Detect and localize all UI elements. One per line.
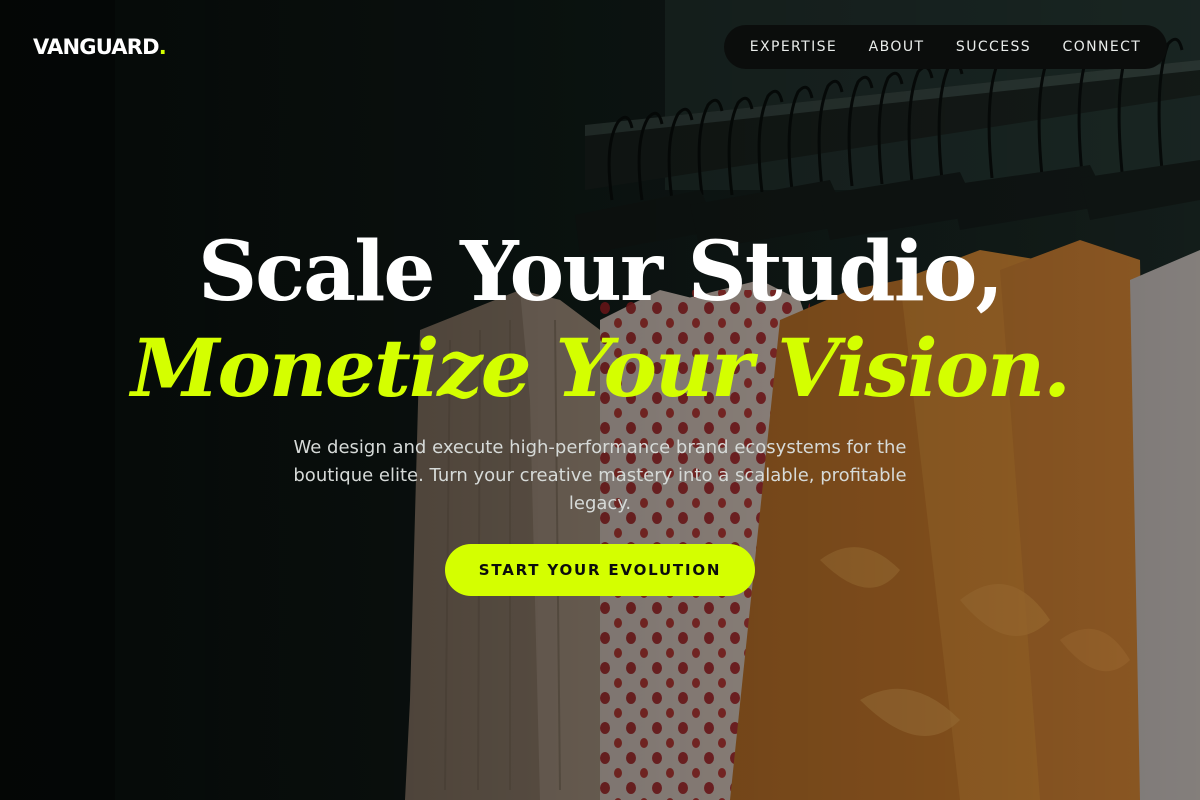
- hero-headline-line1: Scale Your Studio,: [197, 224, 1004, 320]
- nav-link-success[interactable]: SUCCESS: [956, 37, 1031, 57]
- start-evolution-button[interactable]: START YOUR EVOLUTION: [445, 544, 755, 596]
- nav-link-about[interactable]: ABOUT: [869, 37, 925, 57]
- brand-logo[interactable]: VANGUARD.: [33, 33, 167, 61]
- brand-logo-dot: .: [158, 35, 167, 59]
- hero-description: We design and execute high-performance b…: [293, 437, 907, 514]
- nav-link-connect[interactable]: CONNECT: [1063, 37, 1142, 57]
- main-nav: EXPERTISE ABOUT SUCCESS CONNECT: [724, 25, 1167, 69]
- nav-link-expertise[interactable]: EXPERTISE: [750, 37, 837, 57]
- hero-headline-line2: Monetize Your Vision.: [130, 321, 1071, 415]
- brand-name: VANGUARD: [33, 35, 160, 59]
